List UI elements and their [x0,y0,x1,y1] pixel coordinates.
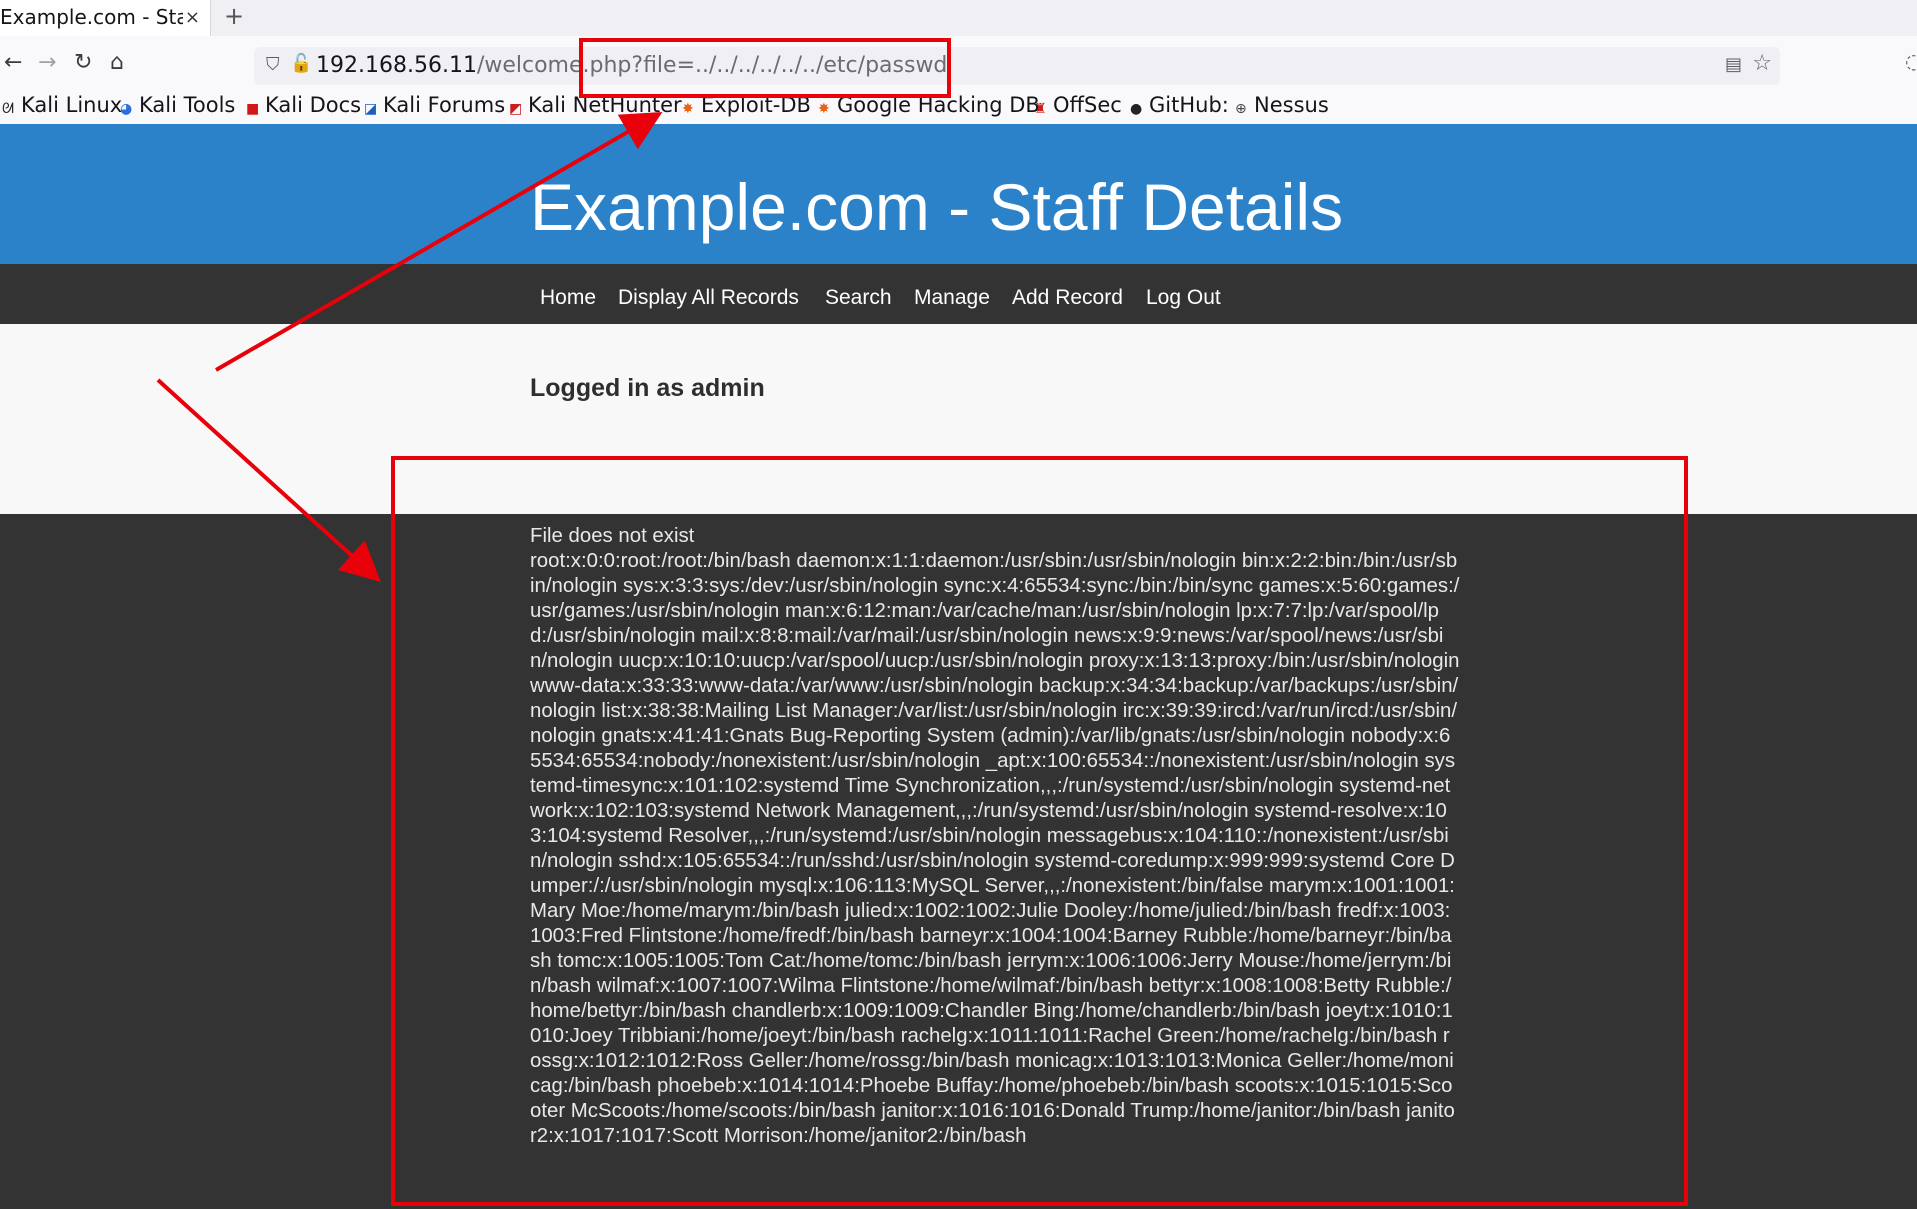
page-title: Example.com - Staff Details [530,170,1344,244]
bookmark-kali-linux[interactable]: ᘛ Kali Linux [2,93,122,117]
back-arrow-icon[interactable]: ← [4,50,22,75]
bookmark-offsec[interactable]: ♜ OffSec [1034,93,1122,117]
bookmark-label: Nessus [1254,93,1329,117]
bookmark-kali-tools[interactable]: ◕ Kali Tools [120,93,235,117]
bookmarks-toolbar: ᘛ Kali Linux ◕ Kali Tools ■ Kali Docs ◪ Kali… [0,92,1917,124]
navigation-toolbar: ← → ↻ ⌂ ⛉ 🔓 192.168.56.11/welcome.php?fi… [0,36,1917,96]
address-bar[interactable]: ⛉ 🔓 192.168.56.11/welcome.php?file=../..… [254,47,1780,85]
browser-tab[interactable]: Example.com - Staff × [0,0,211,38]
reload-icon[interactable]: ↻ [74,50,92,75]
file-output-section: File does not exist root:x:0:0:root:/roo… [0,514,1917,1209]
kali-docs-icon: ■ [246,101,260,117]
insecure-lock-icon[interactable]: 🔓 [290,53,312,74]
ghdb-icon: ✸ [818,101,830,117]
login-status-section: Logged in as admin [0,324,1917,514]
exploit-db-icon: ✸ [682,101,694,117]
logged-in-label: Logged in as admin [530,374,765,402]
url-host: 192.168.56.11 [316,53,477,78]
bookmark-label: Google Hacking DB [837,93,1040,117]
menu-add-record[interactable]: Add Record [1012,286,1123,310]
menu-display-all-records[interactable]: Display All Records [618,286,799,310]
bookmark-kali-docs[interactable]: ■ Kali Docs [246,93,361,117]
offsec-icon: ♜ [1034,101,1047,117]
nethunter-icon: ◩ [509,101,523,117]
tab-close-icon[interactable]: × [185,7,200,28]
kali-tools-icon: ◕ [120,101,133,117]
bookmark-nessus[interactable]: ⊕ Nessus [1235,93,1329,117]
reader-view-icon[interactable]: ▤ [1725,54,1742,75]
main-menu: Home Display All Records Search Manage A… [0,264,1917,324]
menu-home[interactable]: Home [540,286,596,310]
url-text[interactable]: 192.168.56.11/welcome.php?file=../../../… [316,53,947,78]
bookmark-label: OffSec [1053,93,1122,117]
github-icon: ● [1130,101,1143,117]
home-icon[interactable]: ⌂ [110,50,124,75]
kali-forums-icon: ◪ [364,101,378,117]
bookmark-google-hacking-db[interactable]: ✸ Google Hacking DB [818,93,1040,117]
bookmark-star-icon[interactable]: ☆ [1752,51,1772,76]
bookmark-label: Kali Linux [21,93,123,117]
menu-manage[interactable]: Manage [914,286,990,310]
bookmark-kali-nethunter[interactable]: ◩ Kali NetHunter [509,93,682,117]
url-path: /welcome.php?file=../../../../../../etc/… [476,53,948,78]
bookmark-exploit-db[interactable]: ✸ Exploit-DB [682,93,811,117]
bookmark-label: Kali Forums [383,93,506,117]
passwd-file-contents: root:x:0:0:root:/root:/bin/bash daemon:x… [530,550,1460,1147]
bookmark-label: Kali Docs [265,93,362,117]
bookmark-github[interactable]: ● GitHub: [1130,93,1229,117]
bookmark-label: GitHub: [1149,93,1229,117]
tracking-shield-icon[interactable]: ⛉ [266,54,280,75]
menu-log-out[interactable]: Log Out [1146,286,1221,310]
pocket-icon[interactable]: ◌ [1905,49,1917,73]
bookmark-label: Kali Tools [139,93,236,117]
tab-title: Example.com - Staff [0,5,183,29]
globe-icon: ⊕ [1235,101,1247,117]
file-status-message: File does not exist [530,525,695,547]
bookmark-kali-forums[interactable]: ◪ Kali Forums [364,93,505,117]
bookmark-label: Exploit-DB [701,93,811,117]
site-header: Example.com - Staff Details [0,124,1917,264]
tab-bar: Example.com - Staff × + [0,0,1917,38]
kali-dragon-icon: ᘛ [2,101,14,117]
bookmark-label: Kali NetHunter [528,93,682,117]
menu-search[interactable]: Search [825,286,892,310]
file-output: File does not exist root:x:0:0:root:/roo… [530,524,1460,1149]
forward-arrow-icon[interactable]: → [38,50,56,75]
new-tab-button[interactable]: + [224,2,244,30]
